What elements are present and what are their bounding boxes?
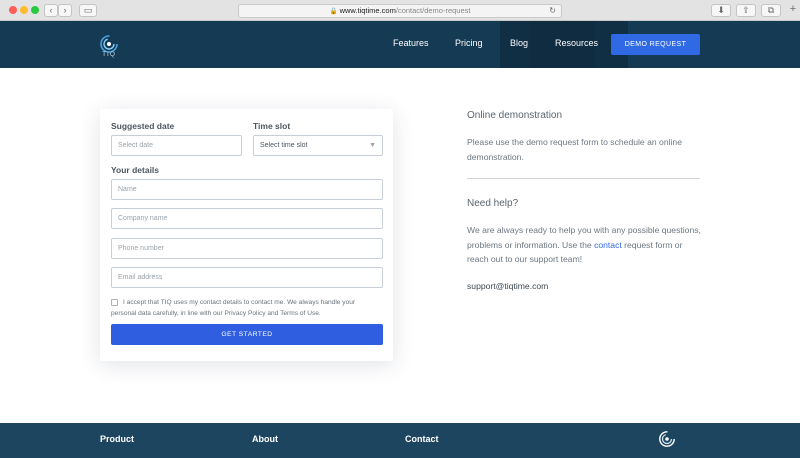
url-path: /contact/demo-request [395,6,471,15]
nav-features[interactable]: Features [393,38,429,48]
demo-request-form: Suggested date Select date Time slot Sel… [100,109,393,361]
get-started-button[interactable]: GET STARTED [111,324,383,345]
tiq-logo-icon[interactable] [658,430,676,448]
name-input[interactable]: Name [111,179,383,200]
download-icon[interactable]: ⬇ [711,4,731,17]
divider [467,178,700,179]
url-host: www.tiqtime.com [339,6,396,15]
logo-text: TIQ [102,51,116,58]
tabs-icon[interactable]: ⧉ [761,4,781,17]
contact-link[interactable]: contact [594,240,622,250]
footer-contact[interactable]: Contact [405,434,439,444]
sidebar-icon[interactable]: ▭ [79,4,97,17]
support-email-link[interactable]: support@tiqtime.com [467,281,548,291]
chevron-down-icon: ▼ [369,142,376,149]
minimize-window-button[interactable] [20,6,28,14]
site-footer: Product About Contact [0,423,800,458]
address-bar[interactable]: 🔒 www.tiqtime.com/contact/demo-request ↻ [238,4,562,18]
nav-resources[interactable]: Resources [555,38,598,48]
time-slot-select[interactable]: Select time slot ▼ [253,135,383,156]
close-window-button[interactable] [9,6,17,14]
nav-pricing[interactable]: Pricing [455,38,483,48]
browser-toolbar: ‹ › ▭ 🔒 www.tiqtime.com/contact/demo-requ… [0,0,800,21]
details-label: Your details [111,165,160,175]
help-text: We are always ready to help you with any… [467,223,702,267]
demo-text: Please use the demo request form to sche… [467,137,682,162]
footer-about[interactable]: About [252,434,278,444]
help-title: Need help? [467,198,519,209]
nav-blog[interactable]: Blog [510,38,528,48]
demo-request-button[interactable]: DEMO REQUEST [611,34,700,55]
phone-input[interactable]: Phone number [111,238,383,259]
email-input[interactable]: Email address [111,267,383,288]
footer-product[interactable]: Product [100,434,134,444]
zoom-window-button[interactable] [31,6,39,14]
date-input[interactable]: Select date [111,135,242,156]
date-label: Suggested date [111,121,175,131]
new-tab-icon[interactable]: + [787,4,799,17]
company-input[interactable]: Company name [111,208,383,229]
share-icon[interactable]: ⇪ [736,4,756,17]
time-slot-label: Time slot [253,121,291,131]
consent-text: I accept that TIQ uses my contact detail… [111,299,356,317]
site-header: TIQ Features Pricing Blog Resources DEMO… [0,21,800,68]
demo-title: Online demonstration [467,110,563,121]
time-slot-value: Select time slot [260,142,308,149]
back-icon[interactable]: ‹ [44,4,58,17]
reload-icon[interactable]: ↻ [549,5,556,17]
forward-icon[interactable]: › [58,4,72,17]
lock-icon: 🔒 [329,8,338,15]
